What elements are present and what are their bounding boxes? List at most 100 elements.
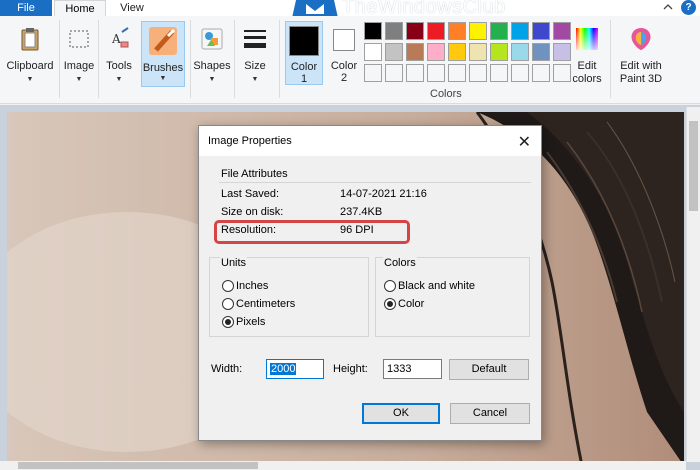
palette-swatch[interactable] [553, 43, 571, 61]
ribbon-divider [59, 20, 60, 98]
palette-swatch-empty[interactable] [532, 64, 550, 82]
tab-view[interactable]: View [108, 0, 156, 16]
clipboard-button[interactable]: Clipboard ▼ [4, 20, 56, 100]
vertical-scroll-thumb[interactable] [689, 121, 698, 211]
cancel-button[interactable]: Cancel [450, 403, 530, 424]
dialog-title-bar: Image Properties ✕ [199, 126, 541, 156]
edit-with-paint3d-button[interactable]: Edit with Paint 3D [614, 20, 668, 100]
chevron-down-icon: ▼ [115, 76, 123, 83]
image-label: Image [63, 60, 95, 72]
brushes-button[interactable]: Brushes ▼ [141, 21, 185, 87]
radio-pixels[interactable] [222, 316, 234, 328]
collapse-ribbon-icon[interactable] [661, 1, 675, 13]
tools-button[interactable]: A Tools ▼ [101, 20, 137, 100]
shapes-icon [201, 28, 223, 50]
units-group: Units Inches Centimeters Pixels [209, 257, 369, 337]
clipboard-label: Clipboard [6, 60, 54, 72]
palette-swatch[interactable] [469, 22, 487, 40]
tab-file[interactable]: File [0, 0, 52, 16]
palette-swatch-empty[interactable] [406, 64, 424, 82]
palette-swatch[interactable] [364, 43, 382, 61]
color-spectrum-icon [576, 28, 598, 50]
ok-button[interactable]: OK [362, 403, 440, 424]
horizontal-scroll-thumb[interactable] [18, 462, 258, 469]
radio-centimeters[interactable] [222, 298, 234, 310]
brush-icon [149, 27, 177, 55]
image-button[interactable]: Image ▼ [62, 20, 96, 100]
size-button[interactable]: Size ▼ [237, 20, 273, 100]
color1-swatch [289, 26, 319, 56]
palette-swatch-empty[interactable] [385, 64, 403, 82]
edit-colors-button[interactable]: Edit colors [570, 20, 604, 100]
size-label: Size [244, 60, 266, 72]
radio-centimeters-label: Centimeters [236, 298, 296, 310]
horizontal-scrollbar[interactable] [0, 461, 686, 470]
tab-bar: File Home View TheWindowsClub ? [0, 0, 700, 18]
ribbon-divider [279, 20, 280, 98]
color1-label-line2: 1 [300, 73, 308, 85]
shapes-button[interactable]: Shapes ▼ [193, 20, 231, 100]
last-saved-label: Last Saved: [221, 188, 280, 200]
palette-swatch[interactable] [406, 43, 424, 61]
radio-color-label: Color [398, 298, 425, 310]
file-attributes-heading: File Attributes [221, 168, 288, 180]
palette-swatch[interactable] [427, 22, 445, 40]
units-title: Units [220, 257, 248, 269]
height-label: Height: [333, 363, 368, 375]
palette-swatch[interactable] [364, 22, 382, 40]
chevron-down-icon: ▼ [159, 75, 167, 82]
palette-swatch-empty[interactable] [553, 64, 571, 82]
radio-black-and-white[interactable] [384, 280, 396, 292]
palette-swatch[interactable] [469, 43, 487, 61]
palette-swatch-empty[interactable] [469, 64, 487, 82]
ribbon-divider [98, 20, 99, 98]
chevron-down-icon: ▼ [251, 76, 259, 83]
tab-home[interactable]: Home [54, 0, 106, 17]
chevron-down-icon: ▼ [208, 76, 216, 83]
palette-swatch-empty[interactable] [448, 64, 466, 82]
palette-swatch[interactable] [532, 22, 550, 40]
default-button[interactable]: Default [449, 359, 529, 380]
help-icon[interactable]: ? [681, 0, 696, 15]
colors-title: Colors [383, 257, 417, 269]
ribbon: Clipboard ▼ Image ▼ A Tools ▼ Brushes ▼ [0, 16, 700, 104]
palette-swatch[interactable] [511, 43, 529, 61]
radio-inches[interactable] [222, 280, 234, 292]
width-input[interactable]: 2000 [266, 359, 324, 379]
color2-button[interactable]: Color 2 [326, 21, 362, 85]
palette-swatch[interactable] [385, 22, 403, 40]
color1-button[interactable]: Color 1 [285, 21, 323, 85]
palette-swatch[interactable] [406, 22, 424, 40]
paint3d-label-line1: Edit with [620, 60, 662, 72]
shapes-label: Shapes [193, 60, 231, 72]
vertical-scrollbar[interactable] [686, 107, 700, 462]
radio-color[interactable] [384, 298, 396, 310]
clipboard-icon [21, 28, 39, 51]
ribbon-divider [610, 20, 611, 98]
edit-colors-label-line2: colors [572, 73, 602, 85]
close-icon[interactable]: ✕ [518, 132, 531, 152]
size-on-disk-value: 237.4KB [340, 206, 383, 218]
palette-swatch[interactable] [511, 22, 529, 40]
tools-icon: A [111, 27, 129, 48]
palette-swatch-empty[interactable] [427, 64, 445, 82]
palette-swatch-empty[interactable] [490, 64, 508, 82]
palette-swatch[interactable] [490, 43, 508, 61]
color2-swatch [333, 29, 355, 51]
palette-swatch[interactable] [490, 22, 508, 40]
tools-label: Tools [106, 60, 132, 72]
palette-swatch[interactable] [448, 22, 466, 40]
radio-pixels-label: Pixels [236, 316, 266, 328]
palette-swatch[interactable] [448, 43, 466, 61]
palette-swatch-empty[interactable] [511, 64, 529, 82]
resolution-label: Resolution: [221, 224, 277, 236]
width-input-value: 2000 [270, 363, 297, 375]
palette-swatch[interactable] [532, 43, 550, 61]
palette-swatch[interactable] [385, 43, 403, 61]
palette-swatch[interactable] [427, 43, 445, 61]
height-input[interactable]: 1333 [383, 359, 442, 379]
svg-text:A: A [111, 32, 121, 46]
palette-swatch[interactable] [553, 22, 571, 40]
palette-swatch-empty[interactable] [364, 64, 382, 82]
ribbon-divider [234, 20, 235, 98]
